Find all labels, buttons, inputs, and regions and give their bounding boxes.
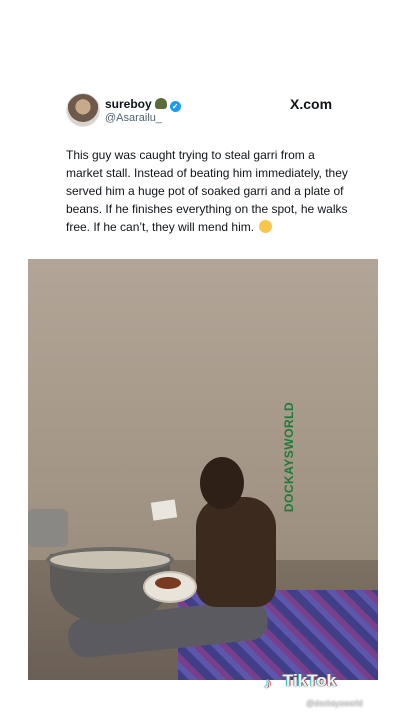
helmet-icon — [154, 98, 167, 109]
video-watermark-text: DOCKAYSWORLD — [282, 401, 296, 513]
video-man-torso — [196, 497, 276, 607]
post-text: This guy was caught trying to steal garr… — [66, 146, 348, 236]
crying-laughing-icon — [259, 220, 273, 233]
tiktok-label: TikTok — [283, 671, 337, 690]
video-plate-food — [155, 577, 181, 589]
display-name-row[interactable]: sureboy ✓ — [105, 97, 181, 112]
post-body: This guy was caught trying to steal garr… — [66, 148, 348, 234]
video-man-head — [200, 457, 244, 509]
avatar[interactable] — [66, 93, 100, 127]
video-small-pot — [28, 509, 68, 547]
site-label: X.com — [290, 96, 333, 112]
tiktok-note-icon: ♪ — [264, 675, 272, 692]
tiktok-handle: @dockaysworld — [306, 699, 363, 708]
video-frame[interactable]: DOCKAYSWORLD — [28, 259, 378, 680]
verified-check-icon: ✓ — [169, 101, 181, 112]
video-watermark: DOCKAYSWORLD — [274, 387, 304, 527]
display-name[interactable]: sureboy — [105, 97, 152, 111]
video-pot-rim — [46, 547, 174, 573]
tiktok-watermark: ♪ TikTok — [264, 671, 337, 692]
video-wall-sign — [150, 499, 178, 521]
user-handle[interactable]: @Asarailu_ — [105, 112, 162, 124]
